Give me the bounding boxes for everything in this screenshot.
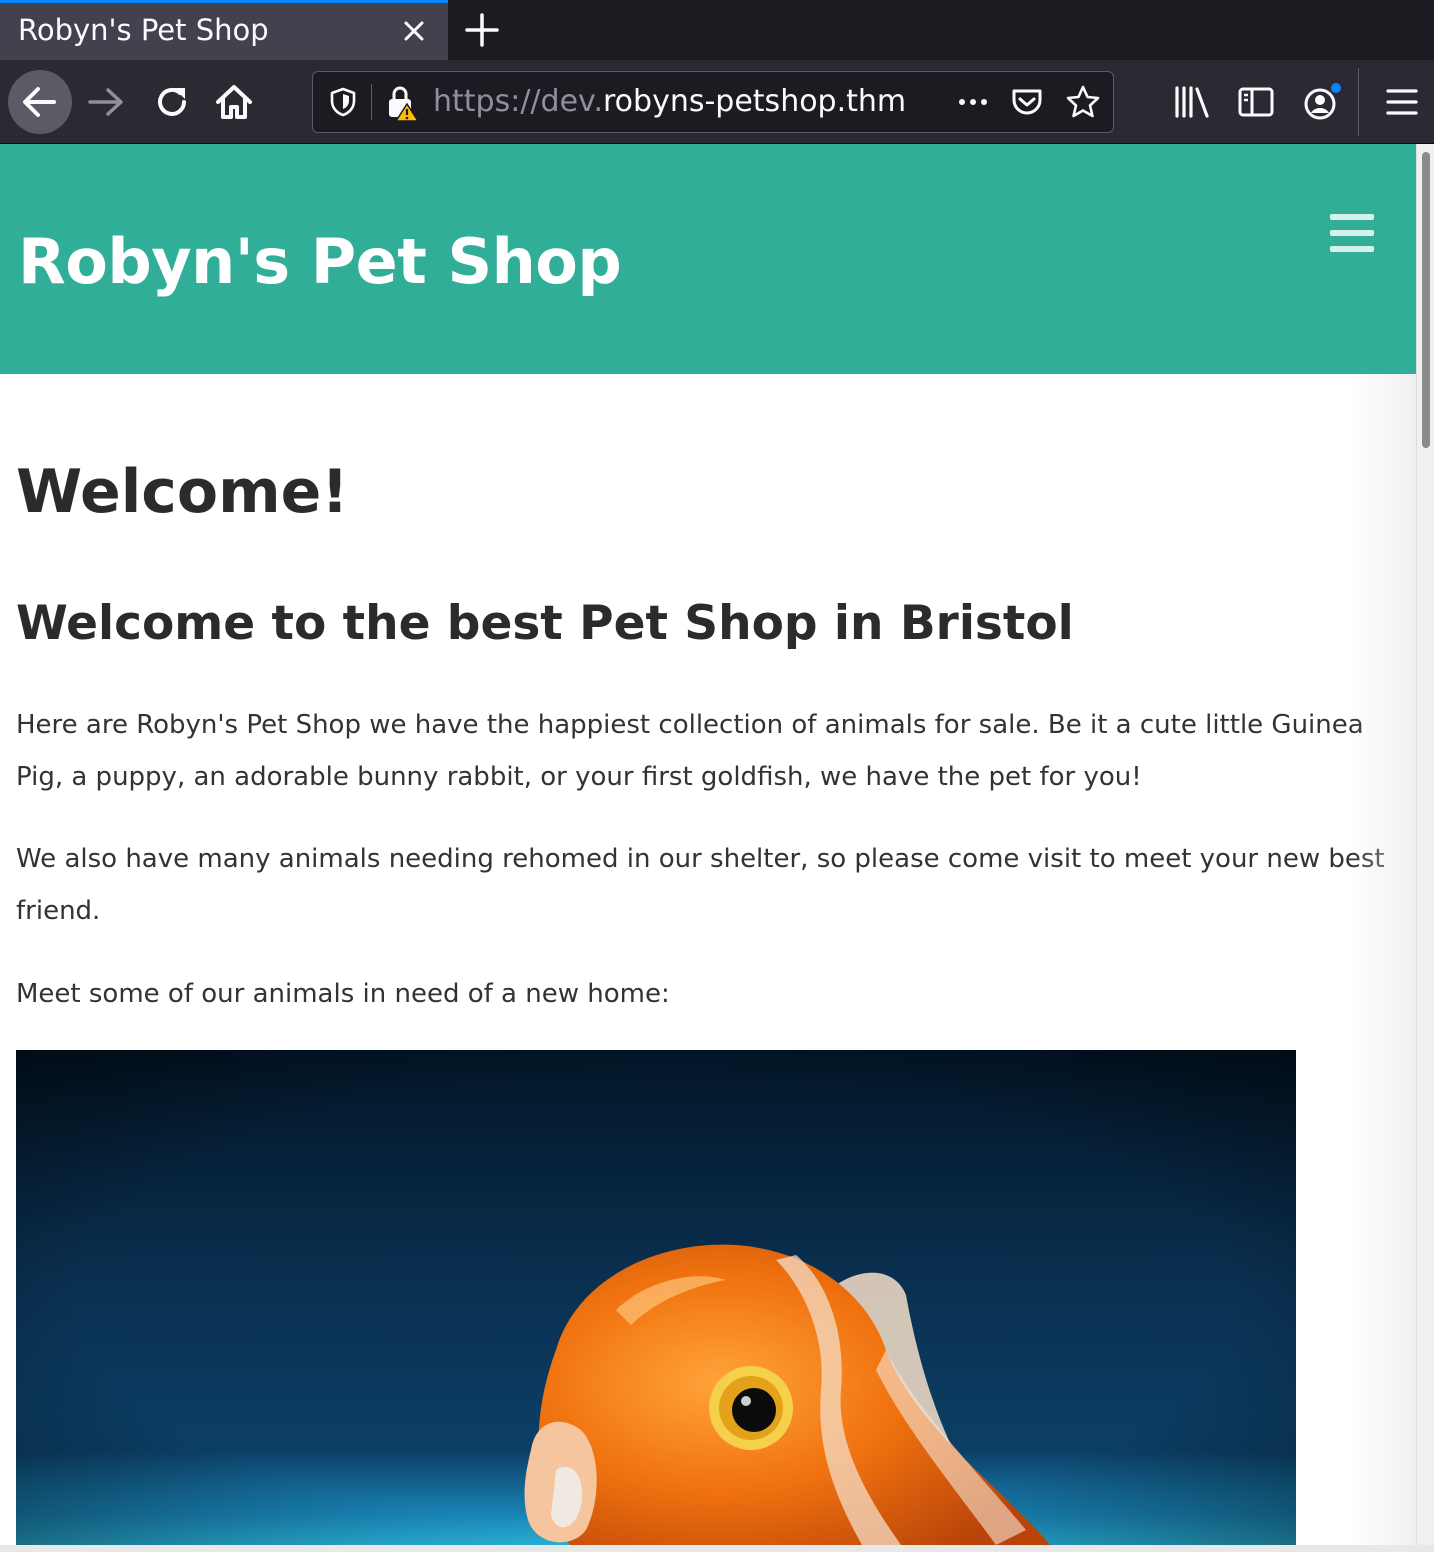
hamburger-menu-icon[interactable] — [1384, 82, 1420, 122]
tab-active[interactable]: Robyn's Pet Shop — [0, 0, 448, 60]
navigation-toolbar: https://dev.robyns-petshop.thm — [0, 60, 1434, 144]
sidebar-icon[interactable] — [1236, 82, 1276, 122]
shelter-paragraph: We also have many animals needing rehome… — [16, 844, 1385, 926]
tab-title: Robyn's Pet Shop — [18, 13, 269, 47]
more-icon[interactable] — [953, 86, 993, 118]
back-button[interactable] — [8, 70, 72, 134]
back-arrow-icon — [23, 87, 56, 117]
hamburger-menu-icon[interactable] — [1330, 214, 1374, 252]
address-bar[interactable]: https://dev.robyns-petshop.thm — [312, 71, 1114, 133]
insecure-lock-icon[interactable] — [385, 84, 421, 122]
shield-icon[interactable] — [327, 86, 359, 118]
reload-icon[interactable] — [150, 80, 194, 124]
page-subheading: Welcome to the best Pet Shop in Bristol — [16, 596, 1074, 651]
forward-arrow-icon[interactable] — [84, 80, 128, 124]
close-icon[interactable] — [398, 15, 430, 47]
url-text[interactable]: https://dev.robyns-petshop.thm — [433, 83, 906, 121]
url-separator — [371, 84, 372, 120]
site-header: Robyn's Pet Shop — [0, 144, 1416, 374]
scrollbar-thumb[interactable] — [1422, 152, 1430, 448]
pocket-icon[interactable] — [1009, 84, 1045, 120]
meet-animals-paragraph: Meet some of our animals in need of a ne… — [16, 979, 670, 1009]
page-edge-shade — [1350, 374, 1416, 1552]
vertical-scrollbar[interactable] — [1416, 144, 1434, 1552]
window-bottom-edge — [0, 1545, 1434, 1552]
home-icon[interactable] — [212, 80, 256, 124]
goldfish-photo — [16, 1050, 1296, 1552]
tab-strip: Robyn's Pet Shop — [0, 0, 1434, 60]
account-icon[interactable] — [1300, 80, 1344, 124]
library-icon[interactable] — [1172, 82, 1212, 122]
page-heading: Welcome! — [16, 457, 349, 527]
url-prefix: https://dev. — [433, 84, 603, 119]
site-title[interactable]: Robyn's Pet Shop — [18, 222, 622, 302]
star-icon[interactable] — [1065, 84, 1101, 120]
toolbar-separator — [1358, 68, 1359, 136]
intro-paragraph: Here are Robyn's Pet Shop we have the ha… — [16, 710, 1364, 792]
url-host: robyns-petshop.thm — [603, 84, 907, 119]
browser-window: Robyn's Pet Shop https://dev.robyns-pets… — [0, 0, 1434, 1552]
plus-icon[interactable] — [462, 10, 502, 50]
page-viewport: Robyn's Pet Shop Welcome! Welcome to the… — [0, 144, 1434, 1552]
